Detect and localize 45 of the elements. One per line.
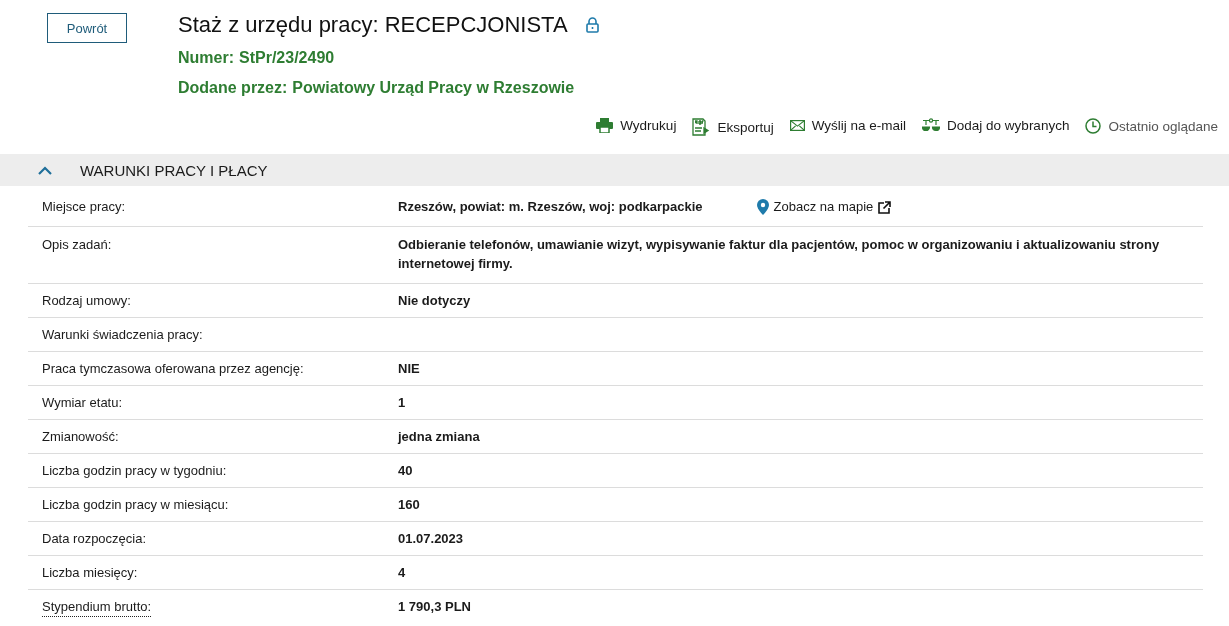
field-value: 01.07.2023 — [398, 530, 464, 548]
field-value: Odbieranie telefonów, umawianie wizyt, wypisywanie faktur dla pacjentów, pomoc w organizowaniu i aktualizowaniu strony internetowej firmy. — [398, 236, 1161, 273]
field-label: Rodzaj umowy: — [42, 292, 131, 310]
field-label: Opis zadań: — [42, 236, 112, 254]
back-button[interactable]: Powrót — [47, 13, 127, 43]
toolbar-link[interactable]: Wyślij na e-mail — [789, 118, 907, 133]
field-label: Liczba miesięcy: — [42, 564, 138, 582]
field-label: Zmianowość: — [42, 428, 119, 446]
field-label: Wymiar etatu: — [42, 394, 123, 412]
field-label: Liczba godzin pracy w miesiącu: — [42, 496, 229, 514]
meta-label: Numer: — [178, 49, 234, 67]
toolbar-link[interactable]: Eksportuj — [692, 118, 774, 136]
field-value: 160 — [398, 496, 420, 514]
pdf-file-icon — [692, 118, 711, 136]
envelope-icon — [789, 120, 805, 131]
field-value: 4 — [398, 564, 406, 582]
field-value: 1 790,3 PLN — [398, 598, 471, 616]
map-link[interactable]: Zobacz na mapie — [756, 198, 892, 216]
field-label: Miejsce pracy: — [42, 198, 126, 216]
meta-label: Dodane przez: — [178, 79, 288, 97]
section-title: WARUNKI PRACY I PŁACY — [80, 161, 268, 179]
external-link-icon — [878, 200, 892, 214]
map-pin-icon — [756, 199, 769, 215]
toolbar-link[interactable]: Dodaj do wybranych — [922, 118, 1070, 133]
offer-title: Staż z urzędu pracy: RECEPCJONISTA — [178, 12, 568, 38]
field-value: jedna zmiana — [398, 428, 480, 446]
toolbar-link[interactable]: Ostatnio oglądane — [1085, 118, 1218, 134]
toolbar-link[interactable]: Wydrukuj — [596, 118, 677, 133]
field-value: 40 — [398, 462, 413, 480]
field-label: Praca tymczasowa oferowana przez agencję: — [42, 360, 304, 378]
field-value: NIE — [398, 360, 420, 378]
printer-icon — [596, 118, 614, 133]
field-value: Rzeszów, powiat: m. Rzeszów, woj: podkarpackie — [398, 198, 703, 216]
meta-value: StPr/23/2490 — [239, 49, 335, 67]
scales-icon — [922, 118, 941, 133]
field-label: Warunki świadczenia pracy: — [42, 326, 203, 344]
field-label: Stypendium brutto: — [42, 598, 152, 617]
field-value: 1 — [398, 394, 406, 412]
field-value: Nie dotyczy — [398, 292, 471, 310]
meta-value: Powiatowy Urząd Pracy w Rzeszowie — [292, 79, 575, 97]
field-label: Data rozpoczęcia: — [42, 530, 147, 548]
field-label: Liczba godzin pracy w tygodniu: — [42, 462, 227, 480]
section-header[interactable]: WARUNKI PRACY I PŁACY — [0, 154, 1229, 186]
chevron-up-icon — [38, 165, 52, 175]
clock-icon — [1085, 118, 1102, 134]
